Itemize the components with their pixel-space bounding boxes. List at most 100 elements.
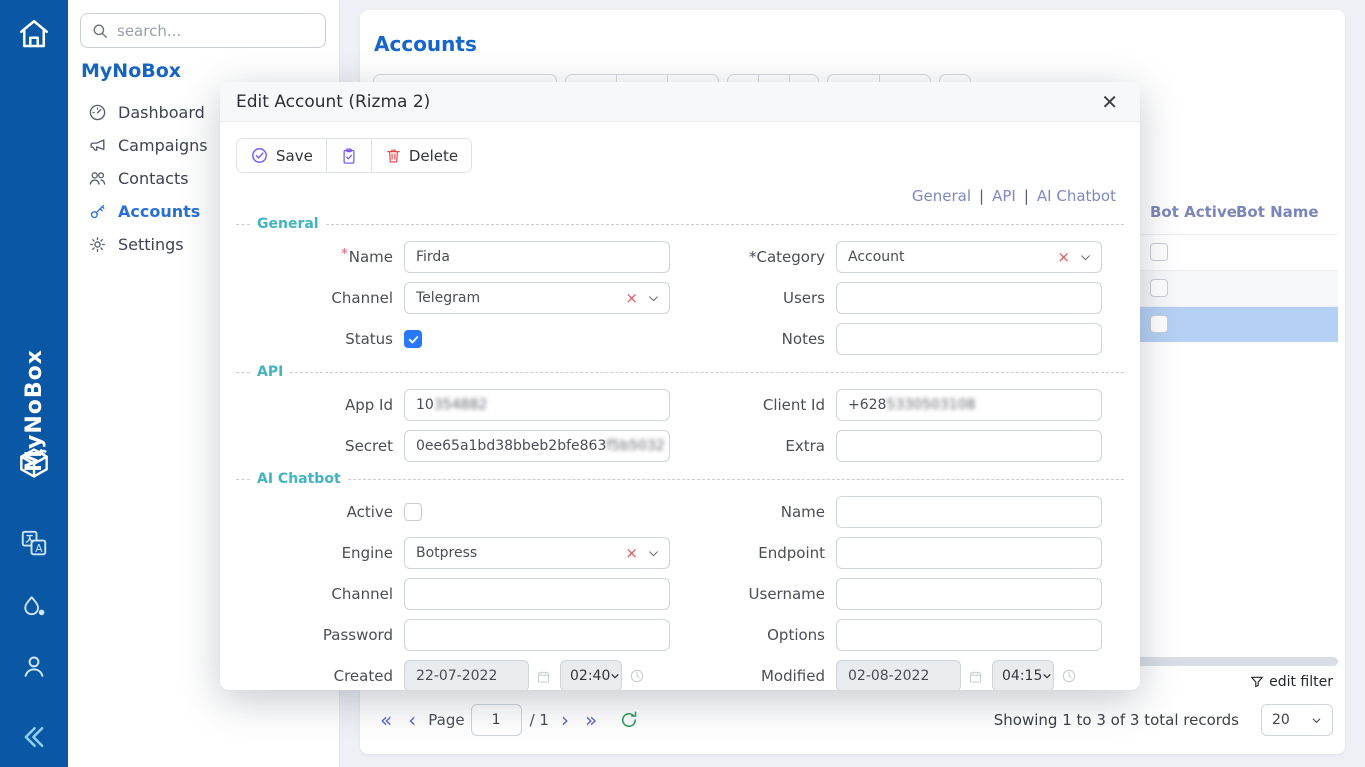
clock-icon bbox=[1061, 668, 1077, 684]
home-icon[interactable] bbox=[16, 16, 52, 56]
ink-drop-icon[interactable] bbox=[0, 592, 68, 620]
username-field[interactable] bbox=[836, 578, 1102, 610]
records-summary: Showing 1 to 3 of 3 total records bbox=[994, 711, 1239, 729]
clear-icon[interactable]: × bbox=[625, 289, 638, 307]
username-label: Username bbox=[670, 585, 836, 603]
page-size-value: 20 bbox=[1272, 712, 1311, 728]
modal-header: Edit Account (Rizma 2) ✕ bbox=[220, 82, 1140, 122]
name-field[interactable] bbox=[404, 241, 670, 273]
created-label: Created bbox=[236, 667, 404, 685]
channel-select[interactable]: Telegram × bbox=[404, 282, 670, 314]
prev-page-button[interactable]: ‹ bbox=[400, 710, 424, 730]
created-time-select[interactable]: 02:40 bbox=[560, 660, 622, 690]
users-field[interactable] bbox=[836, 282, 1102, 314]
bot-active-checkbox[interactable] bbox=[1150, 279, 1168, 297]
calendar-icon bbox=[536, 669, 551, 684]
category-select[interactable]: Account × bbox=[836, 241, 1102, 273]
tab-api[interactable]: API bbox=[992, 187, 1016, 205]
search-box[interactable] bbox=[80, 13, 326, 48]
bot-channel-field[interactable] bbox=[404, 578, 670, 610]
search-icon bbox=[91, 22, 109, 40]
section-ai-heading: AI Chatbot bbox=[250, 471, 348, 487]
users-label: Users bbox=[670, 289, 836, 307]
modified-label: Modified bbox=[670, 667, 836, 685]
endpoint-label: Endpoint bbox=[670, 544, 836, 562]
collapse-sidebar-icon[interactable] bbox=[0, 722, 68, 752]
refresh-icon[interactable] bbox=[619, 710, 639, 730]
app-id-field[interactable]: 10354882 bbox=[404, 389, 670, 421]
created-date-field: 22-07-2022 bbox=[404, 660, 529, 690]
modal-title: Edit Account (Rizma 2) bbox=[236, 92, 430, 112]
sidebar-brand: MyNoBox bbox=[81, 60, 181, 82]
translate-icon[interactable]: A bbox=[0, 528, 68, 558]
gear-icon bbox=[88, 235, 107, 254]
section-api: API bbox=[236, 364, 1124, 380]
sidebar-item-label: Dashboard bbox=[118, 103, 205, 122]
notes-field[interactable] bbox=[836, 323, 1102, 355]
modal-section-tabs: General | API | AI Chatbot bbox=[220, 187, 1116, 205]
endpoint-field[interactable] bbox=[836, 537, 1102, 569]
page-number-input[interactable] bbox=[471, 704, 522, 736]
tab-general[interactable]: General bbox=[912, 187, 971, 205]
name-label: *Name bbox=[236, 248, 404, 266]
clear-icon[interactable]: × bbox=[625, 544, 638, 562]
column-bot-name[interactable]: Bot Name bbox=[1236, 203, 1319, 221]
app-window: MyNoBox A MyNoBox Dashboard bbox=[0, 0, 1365, 767]
megaphone-icon bbox=[88, 136, 107, 155]
page-title: Accounts bbox=[374, 32, 477, 56]
bot-name-field[interactable] bbox=[836, 496, 1102, 528]
column-bot-active[interactable]: Bot Active bbox=[1150, 203, 1237, 221]
clock-icon bbox=[629, 668, 645, 684]
next-page-button[interactable]: › bbox=[553, 710, 577, 730]
page-size-select[interactable]: 20 bbox=[1261, 704, 1333, 736]
save-label: Save bbox=[276, 147, 313, 165]
password-field[interactable] bbox=[404, 619, 670, 651]
notes-label: Notes bbox=[670, 330, 836, 348]
modified-date-field: 02-08-2022 bbox=[836, 660, 961, 690]
dashboard-icon bbox=[88, 103, 107, 122]
save-button[interactable]: Save bbox=[237, 139, 326, 172]
clear-icon[interactable]: × bbox=[1057, 248, 1070, 266]
calendar-icon bbox=[968, 669, 983, 684]
chevron-down-icon[interactable] bbox=[647, 547, 660, 560]
engine-select[interactable]: Botpress × bbox=[404, 537, 670, 569]
created-time-value: 02:40 bbox=[570, 668, 610, 684]
password-label: Password bbox=[236, 626, 404, 644]
chevron-down-icon[interactable] bbox=[647, 292, 660, 305]
extra-field[interactable] bbox=[836, 430, 1102, 462]
bot-active-checkbox[interactable] bbox=[1150, 243, 1168, 261]
close-icon[interactable]: ✕ bbox=[1095, 90, 1124, 114]
active-label: Active bbox=[236, 503, 404, 521]
sidebar-item-label: Settings bbox=[118, 235, 184, 254]
funnel-icon bbox=[1249, 674, 1265, 690]
edit-filter-button[interactable]: edit filter bbox=[1249, 674, 1333, 690]
key-icon bbox=[88, 202, 107, 221]
trash-icon bbox=[385, 147, 402, 164]
category-label: *Category bbox=[670, 248, 836, 266]
bot-active-checkbox[interactable] bbox=[1150, 315, 1168, 333]
edit-account-modal: Edit Account (Rizma 2) ✕ Save Delete Gen… bbox=[220, 82, 1140, 690]
logo-cube-icon bbox=[0, 443, 68, 483]
secret-field[interactable]: 0ee65a1bd38bbeb2bfe863f5b5032 bbox=[404, 430, 670, 462]
copy-button[interactable] bbox=[326, 139, 371, 172]
chevron-down-icon[interactable] bbox=[1079, 251, 1092, 264]
status-checkbox[interactable] bbox=[404, 330, 422, 348]
modified-time-select[interactable]: 04:15 bbox=[992, 660, 1054, 690]
total-pages-label: / 1 bbox=[530, 711, 549, 729]
modified-time-value: 04:15 bbox=[1002, 668, 1042, 684]
active-checkbox[interactable] bbox=[404, 503, 422, 521]
category-value: Account bbox=[848, 249, 1057, 265]
tab-ai-chatbot[interactable]: AI Chatbot bbox=[1037, 187, 1116, 205]
section-ai-chatbot: AI Chatbot bbox=[236, 471, 1124, 487]
client-id-field[interactable]: +6285330503108 bbox=[836, 389, 1102, 421]
last-page-button[interactable]: » bbox=[577, 710, 605, 730]
tab-separator: | bbox=[979, 187, 984, 205]
first-page-button[interactable]: « bbox=[372, 710, 400, 730]
page-label: Page bbox=[428, 711, 464, 729]
search-input[interactable] bbox=[117, 22, 315, 40]
profile-icon[interactable] bbox=[0, 652, 68, 680]
channel-label: Channel bbox=[236, 289, 404, 307]
extra-label: Extra bbox=[670, 437, 836, 455]
options-field[interactable] bbox=[836, 619, 1102, 651]
delete-button[interactable]: Delete bbox=[371, 139, 471, 172]
